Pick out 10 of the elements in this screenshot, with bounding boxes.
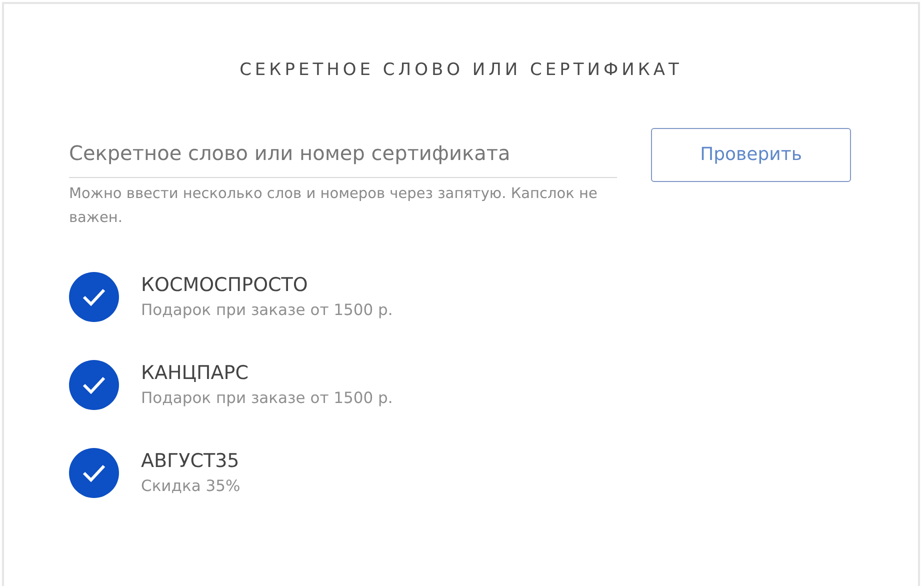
code-name: АВГУСТ35 [141, 448, 240, 474]
section-title: СЕКРЕТНОЕ СЛОВО ИЛИ СЕРТИФИКАТ [240, 59, 682, 82]
code-name: КАНЦПАРС [141, 360, 250, 386]
code-input-field[interactable]: Секретное слово или номер сертификата [69, 128, 617, 178]
code-description: Подарок при заказе от 1500 р. [141, 300, 393, 320]
code-description: Скидка 35% [141, 476, 240, 496]
code-name: КОСМОСПРОСТО [141, 272, 309, 298]
check-button[interactable]: Проверить [651, 128, 851, 182]
hint-text: Можно ввести несколько слов и номеров через запятую. Капслок не важен. [69, 184, 598, 228]
code-description: Подарок при заказе от 1500 р. [141, 388, 393, 408]
